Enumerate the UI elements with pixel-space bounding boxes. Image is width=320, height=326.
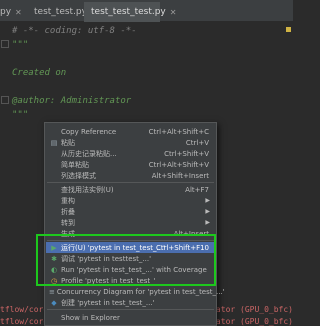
tab-py[interactable]: py ✕	[0, 2, 26, 22]
fold-marker-icon[interactable]	[1, 40, 9, 48]
menu-separator	[47, 240, 214, 241]
menu-item-folding[interactable]: 折叠 ▶	[46, 206, 215, 217]
editor-tab-bar: py ✕ test_test.py test_test_test.py ✕	[0, 0, 293, 22]
console-line: ocator (GPU_0_bfc)	[206, 317, 293, 326]
menu-item-find-usages[interactable]: 查找用法实例(U) Alt+F7	[46, 184, 215, 195]
close-icon[interactable]: ✕	[15, 8, 22, 17]
menu-item-debug[interactable]: ✱ 调试 'pytest in testtest_...'	[46, 253, 215, 264]
menu-item-concurrency-diagram[interactable]: ≡ Concurrency Diagram for 'pytest in test…	[46, 286, 225, 297]
menu-item-paste-simple[interactable]: 简单粘贴 Ctrl+Alt+Shift+V	[46, 159, 215, 170]
tab-test-test-test[interactable]: test_test_test.py ✕	[84, 2, 176, 22]
coverage-icon: ◐	[50, 265, 58, 274]
python-config-icon: ◆	[51, 298, 57, 307]
close-icon[interactable]: ✕	[170, 8, 177, 17]
editor-context-menu: Copy Reference Ctrl+Alt+Shift+C ▤ 粘贴 Ctrl+V…	[44, 122, 225, 326]
profile-icon: ◷	[50, 276, 58, 285]
tab-label: test_test.py	[34, 7, 87, 17]
menu-item-run[interactable]: ▶ 运行(U) 'pytest in test_test_...' Ctrl+Shi…	[46, 242, 215, 253]
menu-item-refactor[interactable]: 重构 ▶	[46, 195, 215, 206]
code-line: # -*- coding: utf-8 -*-	[12, 26, 137, 36]
submenu-arrow-icon: ▶	[205, 208, 210, 215]
tab-label: py	[0, 7, 12, 17]
menu-item-profile[interactable]: ◷ Profile 'pytest in test_test_'	[46, 275, 215, 286]
run-icon: ▶	[51, 243, 57, 252]
menu-item-run-with-coverage[interactable]: ◐ Run 'pytest in test_test_...' with Cove…	[46, 264, 215, 275]
console-line: ocator (GPU_0_bfc)	[206, 305, 293, 314]
tab-label: test_test_test.py	[91, 7, 166, 17]
menu-item-paste-from-history[interactable]: 从历史记录粘贴... Ctrl+Shift+V	[46, 148, 215, 159]
menu-item-goto[interactable]: 转到 ▶	[46, 217, 215, 228]
debug-icon: ✱	[51, 254, 57, 263]
menu-item-column-selection-mode[interactable]: 列选择模式 Alt+Shift+Insert	[46, 170, 215, 181]
inspection-marker-icon[interactable]	[286, 27, 291, 32]
concurrency-icon: ≡	[49, 287, 55, 296]
code-line: Created on	[12, 68, 67, 78]
menu-item-paste[interactable]: ▤ 粘贴 Ctrl+V	[46, 137, 215, 148]
submenu-arrow-icon: ▶	[205, 219, 210, 226]
menu-item-generate[interactable]: 生成... Alt+Insert	[46, 228, 215, 239]
code-line: """	[12, 110, 29, 120]
tab-test-test[interactable]: test_test.py	[27, 2, 87, 22]
menu-separator	[47, 309, 214, 310]
menu-item-create-config[interactable]: ◆ 创建 'pytest in test_test_...'	[46, 297, 215, 308]
menu-separator	[47, 182, 214, 183]
code-line: @author: Administrator	[12, 96, 132, 106]
menu-item-show-in-explorer[interactable]: Show in Explorer	[46, 312, 215, 323]
paste-icon: ▤	[50, 138, 58, 147]
submenu-arrow-icon: ▶	[205, 197, 210, 204]
code-text: # -*- coding: utf-8 -*- """ Created on @…	[12, 24, 137, 122]
fold-marker-icon[interactable]	[1, 96, 9, 104]
code-line: """	[12, 40, 29, 50]
menu-item-copy-reference[interactable]: Copy Reference Ctrl+Alt+Shift+C	[46, 126, 215, 137]
